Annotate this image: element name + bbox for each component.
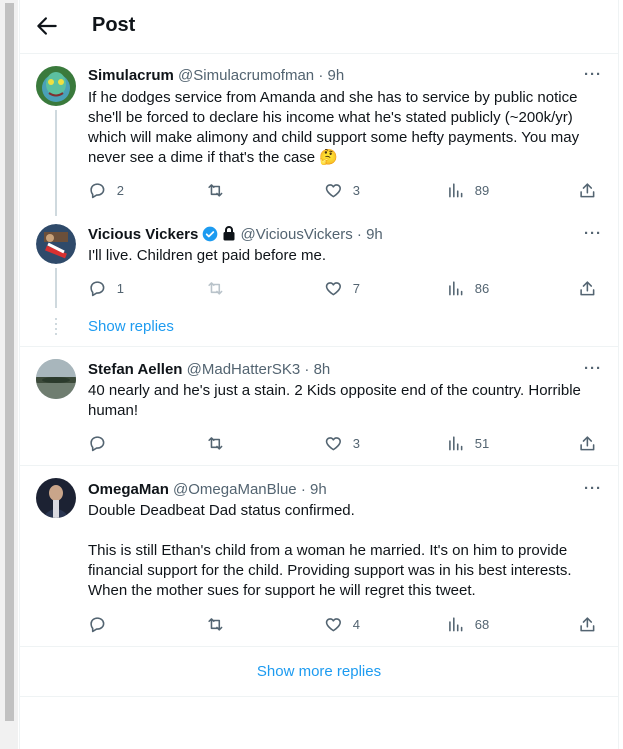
author-handle[interactable]: @Simulacrumofman: [178, 67, 314, 84]
reply-icon: [90, 435, 105, 451]
timestamp[interactable]: · 9h: [301, 481, 327, 498]
views-button[interactable]: 89: [446, 180, 489, 200]
analytics-icon: [449, 182, 463, 198]
retweet-icon: [208, 436, 223, 450]
timestamp[interactable]: · 9h: [318, 67, 344, 84]
retweet-button-disabled: [206, 278, 235, 298]
share-icon: [580, 182, 595, 198]
tweet-4[interactable]: OmegaMan @OmegaManBlue · 9h ··· Double D…: [20, 466, 618, 647]
tweet-text: If he dodges service from Amanda and she…: [88, 89, 580, 166]
show-more-replies-button[interactable]: Show more replies: [20, 646, 618, 697]
thread-dots: [55, 318, 57, 338]
author-name[interactable]: OmegaMan: [88, 481, 169, 498]
author-name[interactable]: Vicious Vickers: [88, 226, 198, 243]
views-button[interactable]: 86: [446, 278, 489, 298]
heart-icon: [325, 436, 341, 451]
post-column: Post Simulacrum @Simulacrumofman · 9h ··…: [19, 0, 619, 749]
avatar[interactable]: [36, 224, 76, 264]
retweet-icon: [208, 617, 223, 631]
views-button[interactable]: 51: [446, 433, 489, 453]
show-replies-link[interactable]: Show replies: [88, 318, 174, 335]
reply-button[interactable]: 2: [88, 180, 124, 200]
tweet-actions: 1 7 86: [88, 278, 608, 298]
retweet-button[interactable]: [206, 433, 235, 453]
tweet-meta: Vicious Vickers @ViciousVickers · 9h: [88, 226, 383, 243]
tweet-meta: Stefan Aellen @MadHatterSK3 · 8h: [88, 361, 330, 378]
avatar[interactable]: [36, 478, 76, 518]
scrollbar-track[interactable]: [0, 0, 18, 749]
retweet-icon: [208, 281, 223, 295]
reply-icon: [90, 616, 105, 632]
analytics-icon: [449, 616, 463, 632]
lock-icon: [223, 226, 235, 241]
tweet-text: I'll live. Children get paid before me.: [88, 247, 326, 264]
like-button[interactable]: 3: [324, 180, 360, 200]
heart-icon: [325, 281, 341, 296]
more-options-button[interactable]: ···: [584, 360, 602, 377]
views-button[interactable]: 68: [446, 614, 489, 634]
heart-icon: [325, 183, 341, 198]
header: Post: [20, 0, 618, 54]
share-icon: [580, 435, 595, 451]
reply-button[interactable]: [88, 614, 117, 634]
timestamp[interactable]: · 9h: [357, 226, 383, 243]
more-options-button[interactable]: ···: [584, 66, 602, 83]
author-handle[interactable]: @MadHatterSK3: [187, 361, 301, 378]
thread-line: [55, 268, 57, 308]
share-button[interactable]: [578, 180, 597, 200]
verified-badge-icon: [203, 226, 218, 242]
reply-button[interactable]: [88, 433, 117, 453]
more-options-button[interactable]: ···: [584, 480, 602, 497]
more-options-button[interactable]: ···: [584, 225, 602, 242]
tweet-3[interactable]: Stefan Aellen @MadHatterSK3 · 8h ··· 40 …: [20, 347, 618, 466]
like-button[interactable]: 4: [324, 614, 360, 634]
reply-icon: [90, 280, 105, 296]
share-icon: [580, 280, 595, 296]
analytics-icon: [449, 435, 463, 451]
tweet-text: Double Deadbeat Dad status confirmed. Th…: [88, 502, 572, 599]
share-button[interactable]: [578, 278, 597, 298]
retweet-icon: [208, 183, 223, 197]
tweet-2[interactable]: Vicious Vickers @ViciousVickers · 9h ···…: [20, 200, 618, 312]
author-handle[interactable]: @ViciousVickers: [241, 226, 353, 243]
scrollbar-thumb[interactable]: [5, 3, 14, 721]
tweet-meta: Simulacrum @Simulacrumofman · 9h: [88, 67, 344, 84]
author-name[interactable]: Simulacrum: [88, 67, 174, 84]
share-button[interactable]: [578, 614, 597, 634]
thread-line: [55, 200, 57, 216]
reply-button[interactable]: 1: [88, 278, 124, 298]
retweet-button[interactable]: [206, 180, 235, 200]
tweet-actions: 3 51: [88, 433, 608, 453]
back-button[interactable]: [34, 13, 60, 39]
author-name[interactable]: Stefan Aellen: [88, 361, 182, 378]
tweet-actions: 2 3 89: [88, 180, 608, 200]
timestamp[interactable]: · 8h: [304, 361, 330, 378]
tweet-text: 40 nearly and he's just a stain. 2 Kids …: [88, 382, 581, 419]
tweet-actions: 4 68: [88, 614, 608, 634]
like-button[interactable]: 7: [324, 278, 360, 298]
arrow-left-icon: [37, 17, 57, 35]
tweet-1[interactable]: Simulacrum @Simulacrumofman · 9h ··· If …: [20, 54, 618, 216]
retweet-button[interactable]: [206, 614, 235, 634]
reply-icon: [90, 182, 105, 198]
share-button[interactable]: [578, 433, 597, 453]
page-title: Post: [92, 14, 136, 36]
heart-icon: [325, 617, 341, 632]
avatar[interactable]: [36, 66, 76, 106]
analytics-icon: [449, 280, 463, 296]
share-icon: [580, 616, 595, 632]
avatar[interactable]: [36, 359, 76, 399]
author-handle[interactable]: @OmegaManBlue: [173, 481, 297, 498]
like-button[interactable]: 3: [324, 433, 360, 453]
tweet-meta: OmegaMan @OmegaManBlue · 9h: [88, 481, 327, 498]
